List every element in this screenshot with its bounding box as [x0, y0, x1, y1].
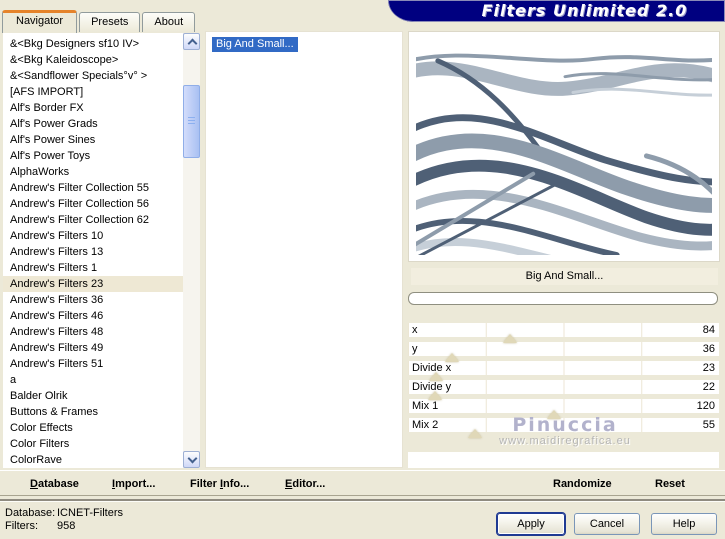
randomize-button[interactable]: Randomize — [553, 471, 612, 497]
slider-label: Mix 2 — [412, 419, 439, 431]
category-item[interactable]: Andrew's Filters 13 — [3, 244, 183, 260]
category-scrollbar[interactable] — [183, 33, 200, 468]
category-item[interactable]: Andrew's Filters 49 — [3, 340, 183, 356]
category-item[interactable]: Alf's Power Grads — [3, 116, 183, 132]
filter-list[interactable]: Big And Small... — [205, 31, 403, 468]
slider-thumb[interactable] — [427, 391, 442, 400]
help-button[interactable]: Help — [651, 513, 717, 535]
slider-value: 84 — [702, 324, 715, 336]
preview-image — [416, 39, 712, 255]
divider — [0, 499, 725, 502]
window-title: Filters Unlimited 2.0 — [481, 1, 688, 20]
cancel-button[interactable]: Cancel — [574, 513, 640, 535]
category-item[interactable]: Andrew's Filters 48 — [3, 324, 183, 340]
empty-parameter-strip — [408, 452, 719, 468]
category-list[interactable]: &<Bkg Designers sf10 IV> &<Bkg Kaleidosco… — [3, 33, 183, 468]
filter-item[interactable]: Big And Small... — [212, 37, 298, 52]
status-filters-label: Filters: — [5, 520, 38, 532]
filters-unlimited-window: Filters Unlimited 2.0 Navigator Presets … — [0, 0, 725, 539]
slider-row[interactable]: Divide x 23 — [408, 361, 719, 381]
category-item[interactable]: Andrew's Filter Collection 62 — [3, 212, 183, 228]
scroll-down-button[interactable] — [183, 451, 200, 468]
status-database-label: Database: — [5, 507, 56, 519]
tab-navigator[interactable]: Navigator — [2, 10, 78, 33]
category-item[interactable]: [AFS IMPORT] — [3, 84, 183, 100]
title-banner: Filters Unlimited 2.0 — [388, 0, 725, 22]
slider-row[interactable]: Mix 2 55 — [408, 418, 719, 438]
slider-thumb[interactable] — [547, 410, 562, 419]
category-item[interactable]: &<Bkg Kaleidoscope> — [3, 52, 183, 68]
tab-presets[interactable]: Presets — [79, 12, 141, 32]
chevron-down-icon — [187, 453, 198, 464]
slider-row[interactable]: x 84 — [408, 323, 719, 343]
tab-about[interactable]: About — [142, 12, 196, 32]
editor-button[interactable]: Editor... — [285, 471, 325, 497]
category-item[interactable]: Andrew's Filter Collection 56 — [3, 196, 183, 212]
category-item[interactable]: Andrew's Filters 46 — [3, 308, 183, 324]
category-item[interactable]: Andrew's Filters 51 — [3, 356, 183, 372]
slider-value: 22 — [702, 381, 715, 393]
category-item[interactable]: Andrew's Filters 1 — [3, 260, 183, 276]
slider-label: y — [412, 343, 418, 355]
category-item[interactable]: a — [3, 372, 183, 388]
slider-thumb[interactable] — [468, 429, 483, 438]
category-item[interactable]: Color Effects — [3, 420, 183, 436]
slider-label: x — [412, 324, 418, 336]
apply-button[interactable]: Apply — [497, 513, 565, 535]
slider-value: 23 — [702, 362, 715, 374]
slider-thumb[interactable] — [429, 372, 444, 381]
slider-value: 120 — [696, 400, 715, 412]
slider-value: 36 — [702, 343, 715, 355]
category-item[interactable]: &<Bkg Designers sf10 IV> — [3, 36, 183, 52]
scroll-track[interactable] — [183, 50, 200, 451]
slider-thumb[interactable] — [444, 353, 459, 362]
database-button[interactable]: Database — [30, 471, 79, 497]
category-item[interactable]: Color Filters — [3, 436, 183, 452]
slider-row[interactable]: Divide y 22 — [408, 380, 719, 400]
category-item[interactable]: AlphaWorks — [3, 164, 183, 180]
category-item[interactable]: Andrew's Filters 36 — [3, 292, 183, 308]
import-button[interactable]: Import... — [112, 471, 155, 497]
scroll-grip-icon — [188, 117, 195, 125]
category-item[interactable]: Andrew's Filter Collection 55 — [3, 180, 183, 196]
slider-row[interactable]: Mix 1 120 — [408, 399, 719, 419]
slider-rows: x 84 y 36 Divide x 23 Divide y 22 Mix 1 120 Mix 2 5… — [408, 323, 719, 438]
slider-label: Mix 1 — [412, 400, 439, 412]
category-item[interactable]: &<Sandflower Specials°v° > — [3, 68, 183, 84]
category-item[interactable]: Andrew's Filters 10 — [3, 228, 183, 244]
scroll-up-button[interactable] — [183, 33, 200, 50]
toolbar: Database Import... Filter Info... Editor… — [0, 470, 725, 496]
category-item[interactable]: Andrew's Filters 23 — [3, 276, 183, 292]
category-item[interactable]: Alf's Power Sines — [3, 132, 183, 148]
status-database-value: ICNET-Filters — [57, 507, 123, 519]
category-item[interactable]: Alf's Power Toys — [3, 148, 183, 164]
filter-panel: Big And Small... x 84 y 36 Divide x 23 Divide … — [408, 31, 722, 469]
tab-bar: Navigator Presets About — [2, 8, 197, 33]
category-item[interactable]: Buttons & Frames — [3, 404, 183, 420]
category-item[interactable]: ColorRave — [3, 452, 183, 468]
reset-button[interactable]: Reset — [655, 471, 685, 497]
slider-row[interactable]: y 36 — [408, 342, 719, 362]
slider-value: 55 — [702, 419, 715, 431]
slider-thumb[interactable] — [503, 334, 518, 343]
selected-filter-label: Big And Small... — [411, 268, 718, 285]
scroll-thumb[interactable] — [183, 85, 200, 158]
category-item[interactable]: Alf's Border FX — [3, 100, 183, 116]
preview-panel — [408, 31, 720, 262]
category-item[interactable]: Balder Olrik — [3, 388, 183, 404]
status-filters-value: 958 — [57, 520, 76, 532]
chevron-up-icon — [187, 38, 198, 49]
filter-info-button[interactable]: Filter Info... — [190, 471, 249, 497]
progress-bar — [408, 292, 718, 305]
